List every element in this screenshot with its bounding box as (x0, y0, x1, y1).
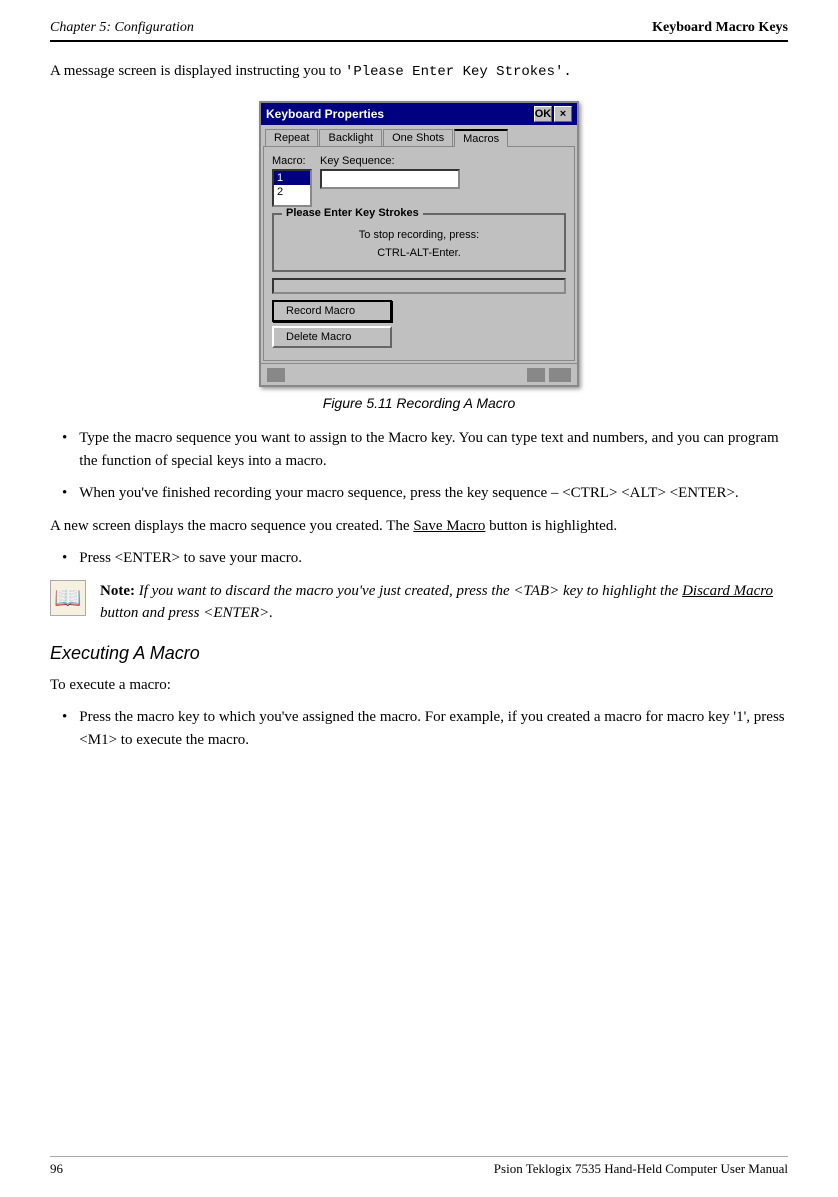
taskbar-icon-right1 (527, 368, 545, 382)
page-header: Chapter 5: Configuration Keyboard Macro … (50, 20, 788, 42)
note-row: 📖 Note: If you want to discard the macro… (50, 580, 788, 625)
macro-item-2[interactable]: 2 (274, 185, 310, 199)
page-footer: 96 Psion Teklogix 7535 Hand-Held Compute… (50, 1156, 788, 1177)
titlebar-buttons: OK × (534, 106, 572, 122)
note-italic-text: If you want to discard the macro you've … (100, 583, 773, 622)
please-enter-text: To stop recording, press: CTRL-ALT-Enter… (286, 227, 552, 262)
page: Chapter 5: Configuration Keyboard Macro … (0, 0, 838, 1197)
please-enter-box: Please Enter Key Strokes To stop recordi… (272, 213, 566, 272)
note-content: Note: If you want to discard the macro y… (100, 580, 788, 625)
tab-one-shots[interactable]: One Shots (383, 129, 453, 146)
page-number: 96 (50, 1161, 63, 1177)
dialog-title: Keyboard Properties (266, 107, 384, 121)
note-label: Note: (100, 583, 135, 599)
close-button[interactable]: × (554, 106, 572, 122)
macro-col: Macro: 1 2 (272, 155, 312, 207)
paragraph1-end: button is highlighted. (485, 518, 617, 534)
key-sequence-input[interactable] (320, 169, 460, 189)
macro-item-1[interactable]: 1 (274, 171, 310, 185)
intro-text: A message screen is displayed instructin… (50, 63, 345, 79)
bullet-list-2: Press <ENTER> to save your macro. (50, 547, 788, 570)
progress-bar (272, 278, 566, 294)
tab-repeat[interactable]: Repeat (265, 129, 318, 146)
section-title: Keyboard Macro Keys (652, 20, 788, 36)
note-book-icon: 📖 (50, 580, 86, 616)
bullet-list-3: Press the macro key to which you've assi… (50, 706, 788, 751)
tab-macros[interactable]: Macros (454, 129, 508, 147)
figure-caption: Figure 5.11 Recording A Macro (50, 395, 788, 411)
keyboard-properties-dialog: Keyboard Properties OK × Repeat Backligh… (259, 101, 579, 387)
chapter-title: Chapter 5: Configuration (50, 20, 194, 36)
bullet-item-4: Press the macro key to which you've assi… (50, 706, 788, 751)
key-sequence-col: Key Sequence: (320, 155, 460, 189)
save-macro-paragraph: A new screen displays the macro sequence… (50, 515, 788, 538)
executing-macro-heading: Executing A Macro (50, 643, 788, 664)
bullet-list-1: Type the macro sequence you want to assi… (50, 427, 788, 505)
dialog-titlebar: Keyboard Properties OK × (261, 103, 577, 125)
taskbar-icon-left (267, 368, 285, 382)
macro-label: Macro: (272, 155, 312, 167)
please-enter-title: Please Enter Key Strokes (282, 207, 423, 219)
ok-button[interactable]: OK (534, 106, 552, 122)
footer-text: Psion Teklogix 7535 Hand-Held Computer U… (494, 1161, 788, 1177)
intro-paragraph: A message screen is displayed instructin… (50, 60, 788, 83)
delete-macro-button[interactable]: Delete Macro (272, 326, 392, 348)
dialog-tabs: Repeat Backlight One Shots Macros (261, 125, 577, 146)
discard-macro-code: Discard Macro (682, 583, 773, 599)
dialog-taskbar (261, 363, 577, 385)
executing-intro: To execute a macro: (50, 674, 788, 697)
bullet-item-1: Type the macro sequence you want to assi… (50, 427, 788, 472)
dialog-content-area: Macro: 1 2 Key Sequence: Please Enter Ke… (263, 146, 575, 361)
taskbar-icon-right2 (549, 368, 571, 382)
bullet-item-2: When you've finished recording your macr… (50, 482, 788, 505)
macro-row: Macro: 1 2 Key Sequence: (272, 155, 566, 207)
bullet-item-3: Press <ENTER> to save your macro. (50, 547, 788, 570)
intro-code: 'Please Enter Key Strokes'. (345, 64, 572, 80)
save-macro-code: Save Macro (413, 518, 485, 534)
dialog-container: Keyboard Properties OK × Repeat Backligh… (50, 101, 788, 387)
taskbar-icons-right (527, 368, 571, 382)
tab-backlight[interactable]: Backlight (319, 129, 382, 146)
record-macro-button[interactable]: Record Macro (272, 300, 392, 322)
macro-listbox[interactable]: 1 2 (272, 169, 312, 207)
stop-recording-line1: To stop recording, press: (286, 227, 552, 245)
stop-recording-line2: CTRL-ALT-Enter. (286, 245, 552, 263)
paragraph1-text: A new screen displays the macro sequence… (50, 518, 413, 534)
key-sequence-label: Key Sequence: (320, 155, 460, 167)
